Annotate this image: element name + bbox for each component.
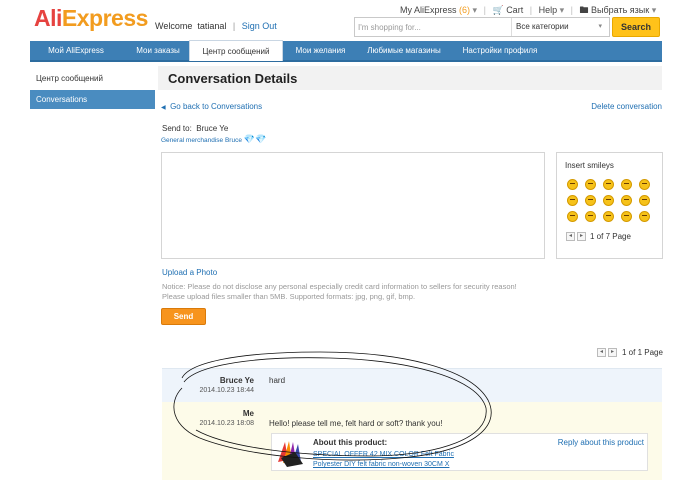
welcome-bar: Welcome tatianal | Sign Out — [155, 21, 277, 31]
message-date: 2014.10.23 18:08 — [199, 420, 255, 427]
language-icon: 🖿 — [579, 5, 589, 15]
smiley-panel: Insert smileys ◂ ▸ 1 of 7 Page — [556, 152, 663, 259]
message-date: 2014.10.23 18:44 — [199, 387, 255, 394]
search-box: Все категории▾ — [354, 17, 610, 37]
language-selector[interactable]: 🖿 Выбрать язык ▾ — [580, 5, 657, 15]
nav-profile-settings[interactable]: Настройки профиля — [450, 41, 550, 60]
back-to-conversations-link[interactable]: ◀ Go back to Conversations — [161, 102, 262, 111]
smiley-icon[interactable] — [639, 179, 650, 190]
sidebar-item-conversations[interactable]: Conversations — [30, 90, 155, 109]
nav-my-aliexpress[interactable]: Мой AliExpress — [30, 41, 122, 60]
product-card: About this product: SPECIAL OFFER 42 MIX… — [271, 433, 648, 471]
message-text: Hello! please tell me, felt hard or soft… — [269, 419, 443, 428]
help-link[interactable]: Help ▾ — [539, 5, 565, 15]
username: tatianal — [197, 21, 227, 31]
search-button[interactable]: Search — [612, 17, 660, 37]
smiley-icon[interactable] — [567, 211, 578, 222]
message-sender: Bruce Ye — [219, 376, 254, 385]
smiley-icon[interactable] — [567, 195, 578, 206]
product-heading: About this product: — [313, 438, 388, 447]
upload-photo-link[interactable]: Upload a Photo — [162, 268, 217, 277]
upload-notice: Notice: Please do not disclose any perso… — [162, 282, 517, 301]
main-nav: Мой AliExpress Мои заказы Центр сообщени… — [30, 40, 662, 62]
smiley-icon[interactable] — [603, 195, 614, 206]
nav-my-orders[interactable]: Мои заказы — [122, 41, 194, 60]
aliexpress-logo[interactable]: AliExpress — [34, 5, 148, 32]
smiley-next-button[interactable]: ▸ — [577, 232, 586, 241]
recipient-name: Bruce Ye — [196, 124, 229, 133]
my-aliexpress-link[interactable]: My AliExpress (6) ▾ — [400, 5, 477, 15]
cart-icon: 🛒 — [492, 5, 504, 15]
arrow-left-icon: ◀ — [161, 105, 166, 111]
smiley-icon[interactable] — [585, 195, 596, 206]
message-sender: Me — [242, 409, 254, 418]
smiley-icon[interactable] — [639, 211, 650, 222]
nav-message-center[interactable]: Центр сообщений — [189, 40, 283, 61]
message-count-badge: (6) — [459, 5, 471, 15]
conversation-page-text: 1 of 1 Page — [622, 348, 663, 357]
smiley-icon[interactable] — [621, 211, 632, 222]
nav-favorite-stores[interactable]: Любимые магазины — [358, 41, 450, 60]
send-button[interactable]: Send — [161, 308, 206, 325]
product-link[interactable]: SPECIAL OFFER 42 MIX COLOR Felt Fabric P… — [313, 450, 455, 470]
conversation-prev-button[interactable]: ◂ — [597, 348, 606, 357]
smiley-page-text: 1 of 7 Page — [590, 232, 631, 241]
smiley-icon[interactable] — [585, 211, 596, 222]
reply-about-product-link[interactable]: Reply about this product — [558, 438, 644, 447]
smiley-prev-button[interactable]: ◂ — [566, 232, 575, 241]
page-title: Conversation Details — [168, 71, 298, 86]
smiley-icon[interactable] — [585, 179, 596, 190]
smiley-icon[interactable] — [621, 179, 632, 190]
send-to: Send to: Bruce Ye — [162, 124, 229, 133]
sign-out-link[interactable]: Sign Out — [242, 21, 277, 31]
sidebar-title[interactable]: Центр сообщений — [30, 69, 155, 88]
chevron-down-icon: ▾ — [598, 23, 602, 30]
product-thumbnail[interactable] — [275, 438, 305, 468]
cart-link[interactable]: 🛒 Cart — [492, 5, 523, 15]
welcome-label: Welcome — [155, 21, 193, 31]
store-link[interactable]: General merchandise Bruce 💎💎 — [161, 134, 266, 145]
message-text: hard — [269, 376, 286, 385]
smiley-panel-title: Insert smileys — [565, 161, 614, 170]
delete-conversation-link[interactable]: Delete conversation — [591, 102, 662, 111]
message-row: Bruce Ye 2014.10.23 18:44 hard — [162, 368, 662, 402]
category-select[interactable]: Все категории ▾ — [511, 18, 608, 36]
smiley-icon[interactable] — [639, 195, 650, 206]
diamond-icon: 💎💎 — [243, 134, 267, 144]
conversation-next-button[interactable]: ▸ — [608, 348, 617, 357]
smiley-icon[interactable] — [621, 195, 632, 206]
search-input[interactable] — [355, 18, 511, 36]
smiley-icon[interactable] — [567, 179, 578, 190]
smiley-icon[interactable] — [603, 179, 614, 190]
message-textarea[interactable] — [161, 152, 545, 259]
nav-wishlist[interactable]: Мои желания — [283, 41, 358, 60]
smiley-icon[interactable] — [603, 211, 614, 222]
